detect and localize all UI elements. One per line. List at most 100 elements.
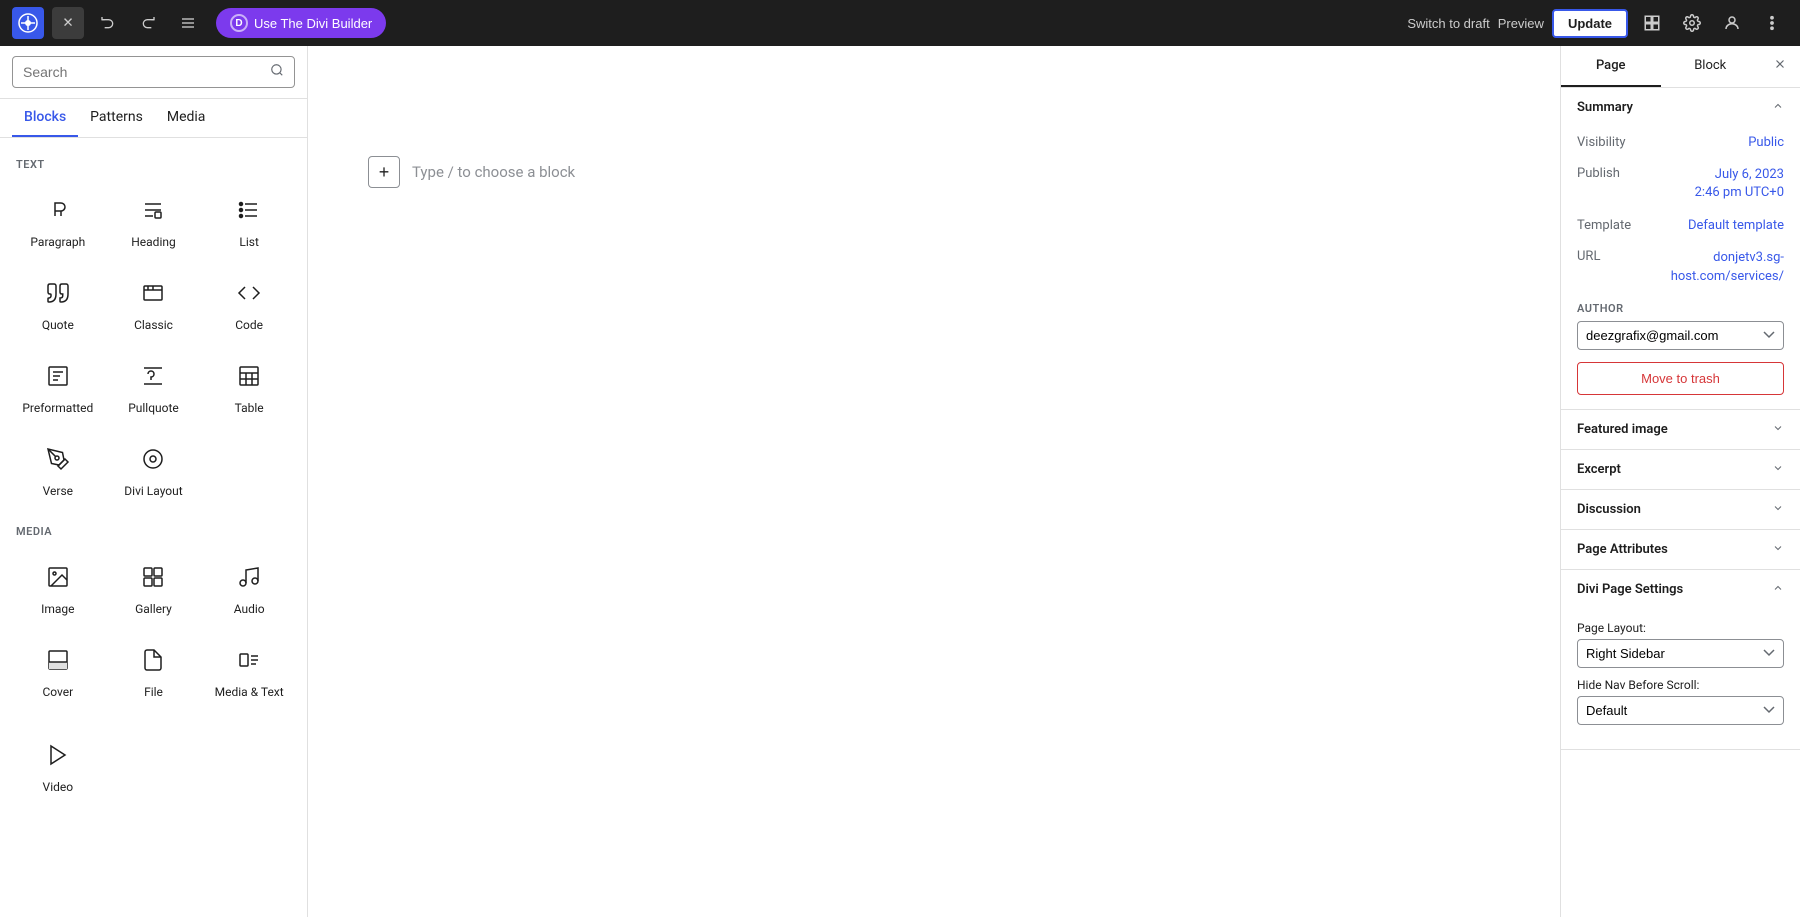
block-preformatted[interactable]: Preformatted xyxy=(12,347,104,426)
block-tabs: Blocks Patterns Media xyxy=(0,99,307,138)
visibility-row: Visibility Public xyxy=(1577,127,1784,158)
hide-nav-select[interactable]: Default xyxy=(1577,696,1784,725)
block-cover[interactable]: Cover xyxy=(12,631,104,710)
block-audio[interactable]: Audio xyxy=(203,548,295,627)
divi-settings-panel: Divi Page Settings Page Layout: Right Si… xyxy=(1561,570,1800,750)
divi-builder-label: Use The Divi Builder xyxy=(254,16,372,31)
featured-image-chevron-icon xyxy=(1772,422,1784,437)
block-list[interactable]: List xyxy=(203,181,295,260)
redo-button[interactable] xyxy=(132,7,164,39)
search-icon xyxy=(270,63,284,81)
summary-panel-header[interactable]: Summary xyxy=(1561,88,1800,127)
tools-button[interactable] xyxy=(172,7,204,39)
search-bar xyxy=(0,46,307,99)
divi-settings-title: Divi Page Settings xyxy=(1577,582,1683,597)
divi-settings-chevron-icon xyxy=(1772,582,1784,597)
block-gallery[interactable]: Gallery xyxy=(108,548,200,627)
featured-image-header[interactable]: Featured image xyxy=(1561,410,1800,449)
block-code[interactable]: Code xyxy=(203,264,295,343)
page-layout-label: Page Layout: xyxy=(1577,621,1784,635)
template-row: Template Default template xyxy=(1577,210,1784,241)
table-label: Table xyxy=(235,401,264,415)
right-sidebar-body: Summary Visibility Public Publish July 6… xyxy=(1561,88,1800,917)
search-input-wrapper xyxy=(12,56,295,88)
block-file[interactable]: File xyxy=(108,631,200,710)
preview-button[interactable]: Preview xyxy=(1498,16,1544,31)
tab-patterns[interactable]: Patterns xyxy=(78,99,155,137)
block-verse[interactable]: Verse xyxy=(12,430,104,509)
user-button[interactable] xyxy=(1716,7,1748,39)
image-icon xyxy=(46,565,70,594)
block-heading[interactable]: Heading xyxy=(108,181,200,260)
image-label: Image xyxy=(41,602,74,616)
close-editor-button[interactable]: ✕ xyxy=(52,7,84,39)
right-sidebar: Page Block Summary Visibility xyxy=(1560,46,1800,917)
video-label: Video xyxy=(43,780,74,794)
block-paragraph[interactable]: Paragraph xyxy=(12,181,104,260)
settings-button[interactable] xyxy=(1676,7,1708,39)
url-value[interactable]: donjetv3.sg-host.com/services/ xyxy=(1600,249,1784,285)
block-pullquote[interactable]: Pullquote xyxy=(108,347,200,426)
excerpt-header[interactable]: Excerpt xyxy=(1561,450,1800,489)
topbar: ✕ D Use The Divi Builder Switch to draft… xyxy=(0,0,1800,46)
add-block-button[interactable]: + xyxy=(368,156,400,188)
discussion-panel: Discussion xyxy=(1561,490,1800,530)
hide-nav-label: Hide Nav Before Scroll: xyxy=(1577,678,1784,692)
url-row: URL donjetv3.sg-host.com/services/ xyxy=(1577,241,1784,293)
author-select[interactable]: deezgrafix@gmail.com xyxy=(1577,321,1784,350)
more-options-button[interactable] xyxy=(1756,7,1788,39)
right-sidebar-header: Page Block xyxy=(1561,46,1800,88)
block-placeholder-row: + Type / to choose a block xyxy=(368,148,1500,196)
tab-block[interactable]: Block xyxy=(1661,46,1761,87)
block-video[interactable]: Video xyxy=(12,726,104,805)
text-blocks-grid: Paragraph Heading List xyxy=(12,181,295,509)
search-input[interactable] xyxy=(23,64,262,80)
block-quote[interactable]: Quote xyxy=(12,264,104,343)
page-layout-select[interactable]: Right Sidebar xyxy=(1577,639,1784,668)
tab-page[interactable]: Page xyxy=(1561,46,1661,87)
discussion-header[interactable]: Discussion xyxy=(1561,490,1800,529)
visibility-value[interactable]: Public xyxy=(1748,135,1784,150)
pullquote-icon xyxy=(141,364,165,393)
block-media-text[interactable]: Media & Text xyxy=(203,631,295,710)
undo-button[interactable] xyxy=(92,7,124,39)
publish-value[interactable]: July 6, 2023 2:46 pm UTC+0 xyxy=(1695,166,1784,202)
audio-icon xyxy=(237,565,261,594)
list-icon xyxy=(237,198,261,227)
quote-icon xyxy=(46,281,70,310)
blocks-area: TEXT Paragraph Heading xyxy=(0,138,307,917)
wp-logo xyxy=(12,7,44,39)
block-classic[interactable]: Classic xyxy=(108,264,200,343)
block-table[interactable]: Table xyxy=(203,347,295,426)
template-value[interactable]: Default template xyxy=(1688,218,1784,233)
quote-label: Quote xyxy=(42,318,74,332)
right-sidebar-close-button[interactable] xyxy=(1760,47,1800,87)
move-to-trash-button[interactable]: Move to trash xyxy=(1577,362,1784,395)
update-button[interactable]: Update xyxy=(1552,9,1628,38)
gallery-label: Gallery xyxy=(135,602,172,616)
view-button[interactable] xyxy=(1636,7,1668,39)
classic-label: Classic xyxy=(134,318,173,332)
visibility-label: Visibility xyxy=(1577,135,1626,150)
discussion-title: Discussion xyxy=(1577,502,1641,517)
summary-chevron-icon xyxy=(1772,100,1784,115)
file-label: File xyxy=(144,685,163,699)
url-label: URL xyxy=(1577,249,1600,264)
summary-body: Visibility Public Publish July 6, 2023 2… xyxy=(1561,127,1800,409)
page-title-input[interactable]: Services xyxy=(368,86,1500,128)
preformatted-label: Preformatted xyxy=(22,401,93,415)
summary-title: Summary xyxy=(1577,100,1633,115)
divi-settings-header[interactable]: Divi Page Settings xyxy=(1561,570,1800,609)
heading-icon xyxy=(141,198,165,227)
page-attributes-chevron-icon xyxy=(1772,542,1784,557)
tab-media[interactable]: Media xyxy=(155,99,218,137)
tab-blocks[interactable]: Blocks xyxy=(12,99,78,137)
divi-builder-button[interactable]: D Use The Divi Builder xyxy=(216,8,386,38)
block-image[interactable]: Image xyxy=(12,548,104,627)
cover-icon xyxy=(46,648,70,677)
close-sidebar-icon xyxy=(1773,57,1787,76)
block-divi-layout[interactable]: Divi Layout xyxy=(108,430,200,509)
switch-draft-button[interactable]: Switch to draft xyxy=(1407,16,1489,31)
code-label: Code xyxy=(235,318,263,332)
page-attributes-header[interactable]: Page Attributes xyxy=(1561,530,1800,569)
